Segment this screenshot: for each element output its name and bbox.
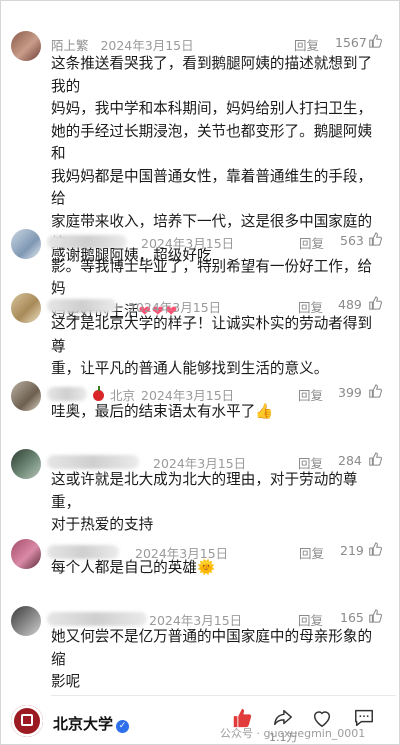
thumb-up-icon[interactable] (368, 34, 382, 48)
comment-line: 感谢鹅腿阿姨，超级好吃 (51, 247, 212, 264)
divider (51, 695, 396, 696)
thumb-up-icon[interactable] (368, 452, 382, 466)
verified-badge-icon: ✓ (116, 720, 130, 733)
comment-text: 哇奥，最后的结束语太有水平了👍 (51, 401, 381, 424)
like-count: 489 (338, 297, 362, 312)
pku-logo-icon[interactable] (11, 705, 43, 737)
user-avatar[interactable] (11, 449, 41, 479)
like-count: 219 (340, 543, 364, 558)
redacted-username (47, 299, 117, 313)
like-count: 165 (340, 610, 364, 625)
comment-line: 对于热爱的支持 (51, 516, 154, 533)
thumb-up-icon[interactable] (368, 232, 382, 246)
comment-line: 这或许就是北大成为北大的理由，对于劳动的尊重， (51, 471, 358, 511)
comment-text: 这或许就是北大成为北大的理由，对于劳动的尊重， 对于热爱的支持 (51, 469, 381, 537)
user-avatar[interactable] (11, 381, 41, 411)
redacted-username (47, 612, 147, 626)
comment-line: 她的手经过长期浸泡，关节也都变形了。鹅腿阿姨和 (51, 122, 373, 163)
comment-meta: 陌上繁 2024年3月15日 (51, 35, 194, 54)
reply-button[interactable]: 回复 (294, 35, 319, 54)
user-avatar[interactable] (11, 606, 41, 636)
comment-line: 这才是北京大学的样子！让诚实朴实的劳动者得到尊 (51, 315, 373, 355)
comment-line: 重，让平凡的普通人能够找到生活的意义。 (51, 360, 329, 377)
thumb-up-icon[interactable] (368, 609, 382, 623)
like-count: 399 (338, 385, 362, 400)
comment-text: 她又何尝不是亿万普通的中国家庭中的母亲形象的缩 影呢 (51, 626, 381, 694)
thumb-up-icon[interactable] (368, 296, 382, 310)
comment-line: 我妈妈都是中国普通女性，靠着普通维生的手段，给 (51, 167, 373, 208)
comment-text: 每个人都是自己的英雄🌞 (51, 557, 381, 580)
thumb-up-icon[interactable] (368, 384, 382, 398)
comment-text: 感谢鹅腿阿姨，超级好吃 (51, 245, 381, 268)
comment-line: 妈妈，我中学和本科期间，妈妈给别人打扫卫生， (51, 100, 373, 117)
redacted-username (47, 387, 87, 401)
account-name[interactable]: 北京大学 ✓ (53, 713, 130, 734)
comment-author[interactable]: 陌上繁 (51, 38, 89, 53)
comment-date: 2024年3月15日 (100, 38, 194, 53)
comment-line: 她又何尝不是亿万普通的中国家庭中的母亲形象的缩 (51, 628, 373, 668)
thumb-up-icon[interactable] (368, 542, 382, 556)
watermark-text: 公众号 · guoxuegmin_0001 (220, 727, 366, 740)
user-avatar[interactable] (11, 229, 41, 259)
comment-line: 每个人都是自己的英雄🌞 (51, 559, 216, 576)
user-avatar[interactable] (11, 31, 41, 61)
comment-feed: 陌上繁 2024年3月15日 回复 1567 这条推送看哭我了，看到鹅腿阿姨的描… (0, 0, 400, 745)
comment-line: 哇奥，最后的结束语太有水平了👍 (51, 403, 274, 420)
apple-emoji-icon (93, 386, 104, 401)
comment-text: 这才是北京大学的样子！让诚实朴实的劳动者得到尊 重，让平凡的普通人能够找到生活的… (51, 313, 381, 381)
redacted-username (47, 455, 139, 469)
user-avatar[interactable] (11, 539, 41, 569)
user-avatar[interactable] (11, 293, 41, 323)
comment-line: 影呢 (51, 673, 81, 690)
comment-text: 这条推送看哭我了，看到鹅腿阿姨的描述就想到了我的 妈妈，我中学和本科期间，妈妈给… (51, 53, 381, 323)
comment-line: 这条推送看哭我了，看到鹅腿阿姨的描述就想到了我的 (51, 55, 373, 95)
like-count: 284 (338, 453, 362, 468)
bottom-action-bar: 北京大学 ✓ 1.1万 公众号 · guoxuegmin_0001 (1, 701, 399, 744)
like-count: 1567 (335, 35, 367, 50)
